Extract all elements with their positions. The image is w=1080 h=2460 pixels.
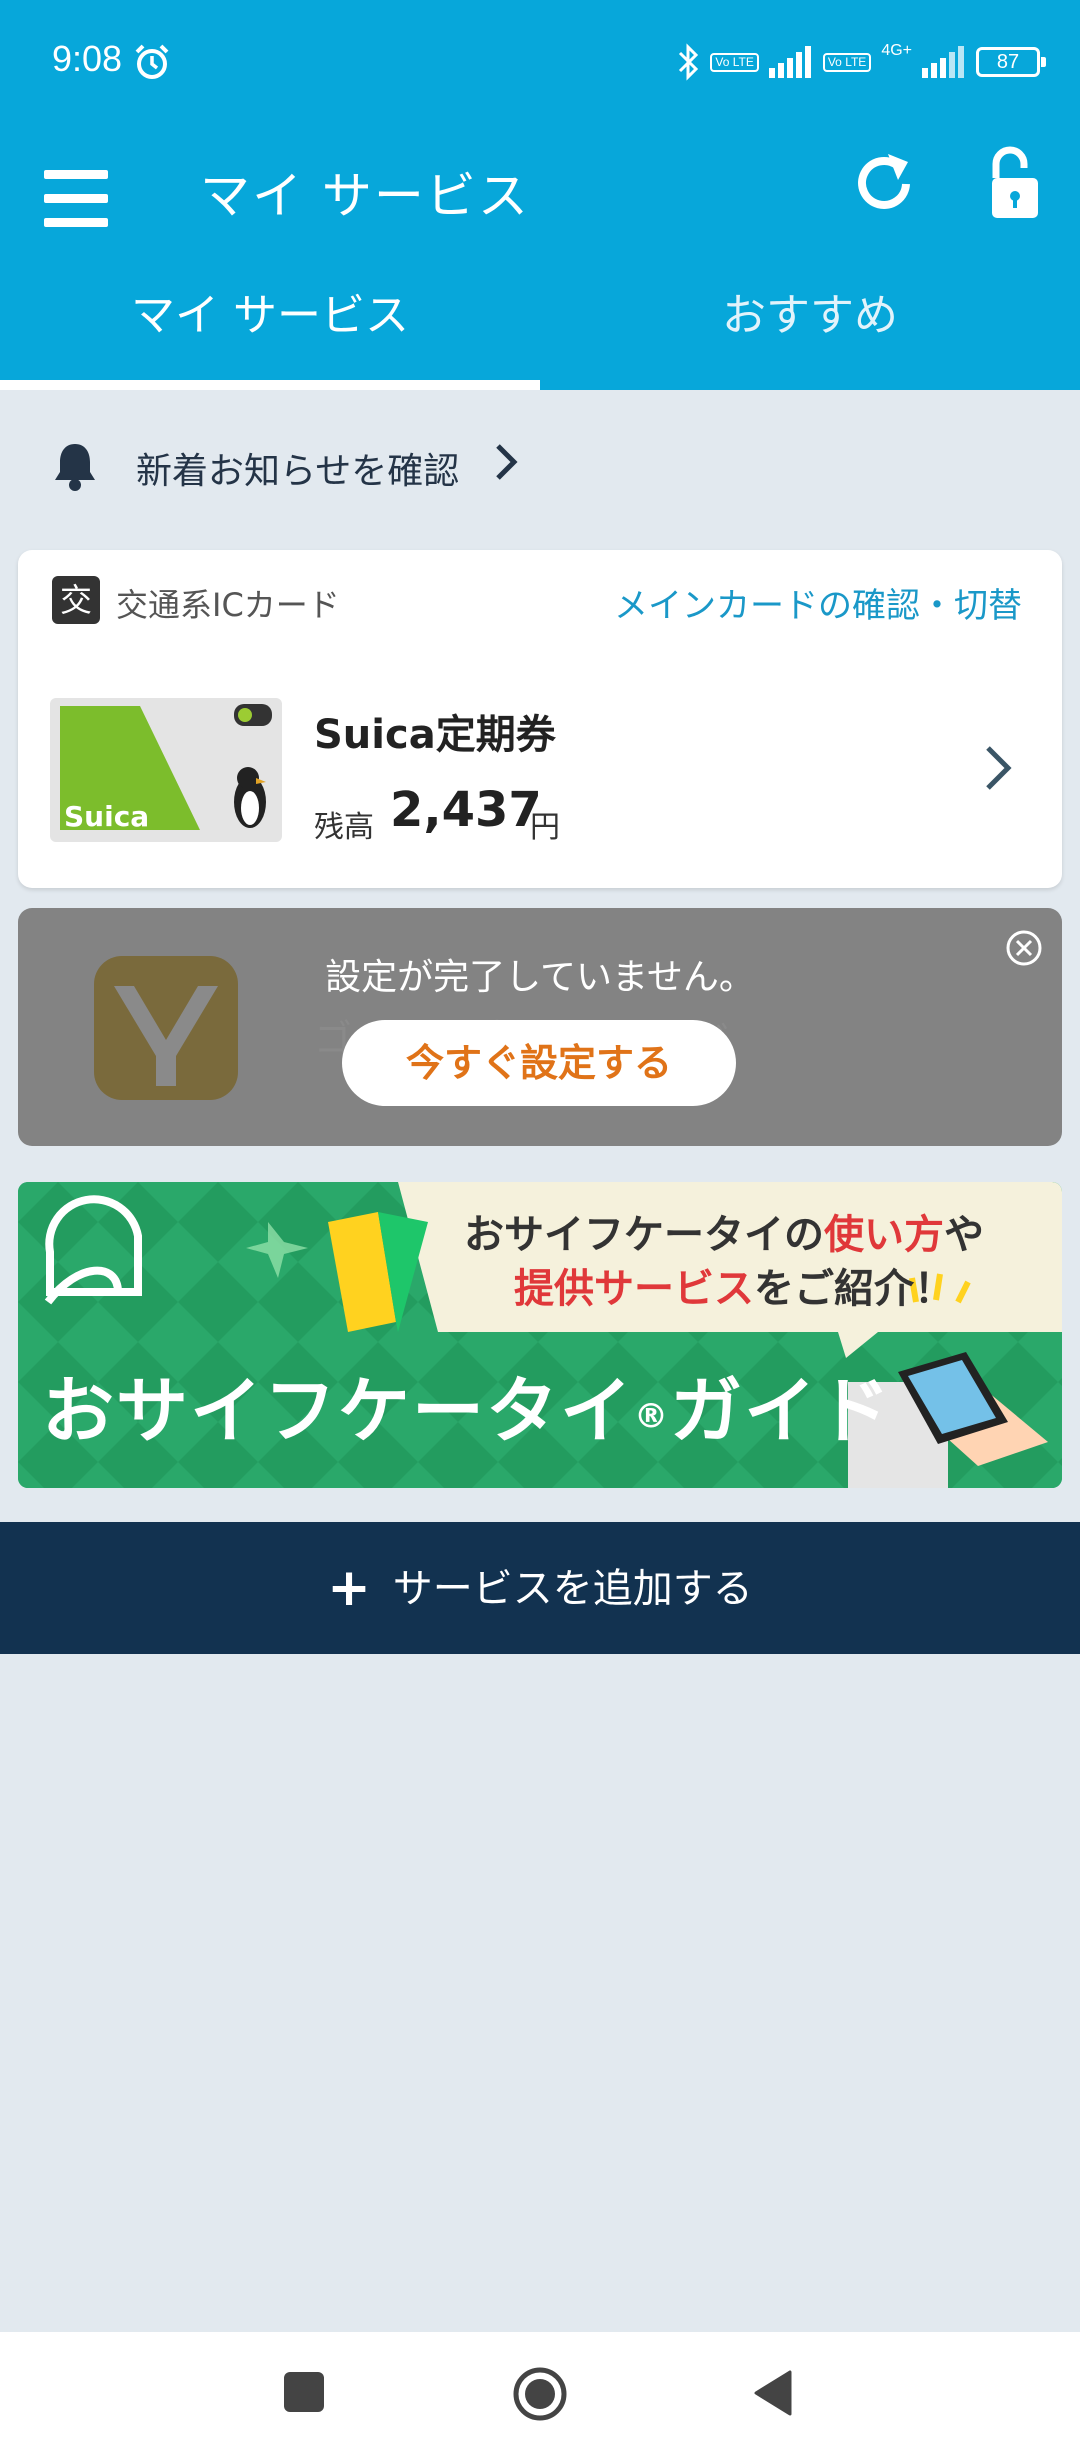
- tab-recommended[interactable]: おすすめ: [540, 266, 1080, 390]
- add-service-label: サービスを追加する: [392, 1566, 753, 1612]
- tab-my-service[interactable]: マイ サービス: [0, 266, 540, 390]
- battery-icon: 87: [976, 47, 1046, 77]
- status-bar: 9:08 Vo LTE Vo LTE 4G+ 87: [0, 0, 1080, 130]
- svg-text:Suica: Suica: [64, 800, 149, 833]
- banner-line-1: おサイフケータイの使い方や: [464, 1212, 984, 1258]
- signal-icon-1: [768, 46, 811, 78]
- app-bar: マイ サービス マイ サービス おすすめ: [0, 130, 1080, 390]
- ic-card-panel: 交 交通系ICカード メインカードの確認・切替 Suica Suica定期券 残…: [18, 550, 1062, 888]
- balance-unit: 円: [530, 810, 560, 845]
- card-name: Suica定期券: [314, 712, 556, 758]
- main-card-switch-link[interactable]: メインカードの確認・切替: [614, 578, 1022, 627]
- network-type: 4G+: [881, 42, 912, 59]
- setup-now-button[interactable]: 今すぐ設定する: [342, 1020, 736, 1106]
- bluetooth-icon: [679, 43, 699, 81]
- balance-value: 2,437: [390, 782, 542, 838]
- transit-badge: 交: [52, 576, 100, 624]
- battery-level: 87: [996, 51, 1020, 73]
- card-category-label: 交通系ICカード: [116, 586, 340, 624]
- back-icon[interactable]: [752, 2368, 794, 2418]
- bell-icon: [55, 444, 95, 491]
- notice-row[interactable]: 新着お知らせを確認: [0, 390, 1080, 540]
- system-nav-bar: [0, 2332, 1080, 2460]
- balance-label: 残高: [314, 810, 374, 845]
- notice-label: 新着お知らせを確認: [136, 451, 460, 492]
- refresh-icon[interactable]: [848, 148, 920, 220]
- signal-icon-2: [922, 46, 964, 78]
- close-icon[interactable]: [1004, 928, 1044, 968]
- page-title: マイ サービス: [200, 167, 530, 225]
- status-icons: Vo LTE Vo LTE 4G+ 87: [676, 42, 1046, 82]
- add-service-button[interactable]: + サービスを追加する: [0, 1522, 1080, 1654]
- banner-line-2: 提供サービスをご紹介！: [514, 1266, 954, 1312]
- volte-badge-2: Vo LTE: [822, 52, 872, 72]
- hamburger-icon: [44, 170, 108, 179]
- volte-badge-1: Vo LTE: [710, 52, 759, 72]
- setup-incomplete-card: ゴールドポイントカード 設定が完了していません。 今すぐ設定する: [18, 908, 1062, 1146]
- osaifu-guide-banner[interactable]: おサイフケータイの使い方や 提供サービスをご紹介！ おサイフケータイ®ガイド: [18, 1182, 1062, 1488]
- home-icon[interactable]: [512, 2366, 568, 2422]
- tab-indicator: [0, 380, 540, 390]
- chevron-right-icon: [496, 444, 518, 480]
- setup-message: 設定が完了していません。: [325, 957, 755, 998]
- unlock-icon[interactable]: [978, 144, 1050, 224]
- banner-title: おサイフケータイ®ガイド: [42, 1369, 893, 1453]
- suica-card-image: Suica: [50, 698, 282, 842]
- plus-icon: +: [327, 1558, 371, 1618]
- recent-apps-icon[interactable]: [284, 2372, 324, 2412]
- menu-button[interactable]: [40, 148, 114, 248]
- chevron-right-icon: [986, 746, 1012, 790]
- status-time: 9:08: [52, 38, 123, 79]
- alarm-icon: [135, 44, 169, 79]
